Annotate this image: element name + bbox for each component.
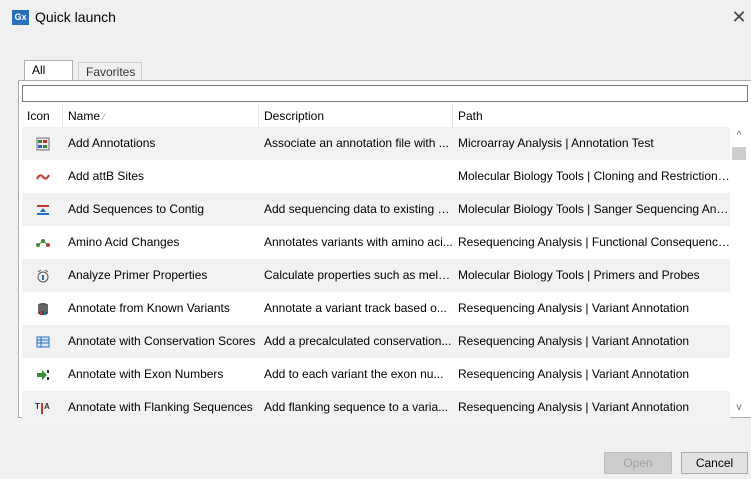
table-row[interactable]: Annotate from Known Variants Annotate a …	[22, 292, 730, 325]
table-header: Icon Name ⁄ Description Path	[22, 105, 730, 128]
table-row[interactable]: Analyze Primer Properties Calculate prop…	[22, 259, 730, 292]
tab-favorites[interactable]: Favorites	[78, 62, 142, 81]
search-input[interactable]	[22, 85, 748, 102]
row-path: Molecular Biology Tools | Primers and Pr…	[458, 268, 700, 282]
cancel-button[interactable]: Cancel	[681, 452, 748, 474]
row-path: Molecular Biology Tools | Sanger Sequenc…	[458, 202, 730, 216]
row-path: Resequencing Analysis | Variant Annotati…	[458, 367, 690, 381]
row-name: Annotate with Flanking Sequences	[68, 400, 253, 414]
column-header-description[interactable]: Description	[259, 105, 453, 127]
row-name: Add Annotations	[68, 136, 156, 150]
row-path: Molecular Biology Tools | Cloning and Re…	[458, 169, 730, 183]
table-row[interactable]: Annotate with Conservation Scores Add a …	[22, 325, 730, 358]
table-row[interactable]: Add Annotations Associate an annotation …	[22, 127, 730, 160]
wave-red-icon	[22, 160, 63, 193]
conservation-table-icon	[22, 325, 63, 358]
variant-db-icon	[22, 292, 63, 325]
row-description: Calculate properties such as melti...	[264, 268, 453, 282]
table-row[interactable]: Annotate with Exon Numbers Add to each v…	[22, 358, 730, 391]
row-name: Annotate with Exon Numbers	[68, 367, 224, 381]
table-row[interactable]: Add Sequences to Contig Add sequencing d…	[22, 193, 730, 226]
table-row[interactable]: Amino Acid Changes Annotates variants wi…	[22, 226, 730, 259]
exon-number-icon	[22, 358, 63, 391]
row-name: Add Sequences to Contig	[68, 202, 205, 216]
scroll-down-icon[interactable]: v	[730, 399, 748, 416]
amino-acid-icon	[22, 226, 63, 259]
sort-indicator-icon: ⁄	[103, 112, 105, 122]
svg-text:A: A	[44, 402, 50, 411]
row-description: Annotate a variant track based o...	[264, 301, 447, 315]
column-header-name-label: Name	[68, 109, 101, 123]
row-name: Annotate with Conservation Scores	[68, 334, 256, 348]
row-description	[259, 160, 453, 193]
app-logo-icon: Gx	[12, 10, 29, 25]
table-row[interactable]: TA Annotate with Flanking Sequences Add …	[22, 391, 730, 424]
svg-text:T: T	[35, 402, 40, 411]
open-button[interactable]: Open	[604, 452, 672, 474]
contig-add-icon	[22, 193, 63, 226]
row-path: Microarray Analysis | Annotation Test	[458, 136, 654, 150]
column-header-path[interactable]: Path	[453, 105, 730, 127]
row-description: Add sequencing data to existing c...	[264, 202, 453, 216]
window-title: Quick launch	[35, 9, 116, 25]
row-path: Resequencing Analysis | Variant Annotati…	[458, 301, 690, 315]
title-bar: Gx Quick launch ✕	[0, 0, 751, 36]
row-description: Add flanking sequence to a varia...	[264, 400, 449, 414]
row-path: Resequencing Analysis | Variant Annotati…	[458, 334, 690, 348]
scroll-up-icon[interactable]: ^	[730, 127, 748, 144]
row-path: Resequencing Analysis | Functional Conse…	[458, 235, 730, 249]
column-header-name[interactable]: Name ⁄	[63, 105, 259, 127]
row-description: Add to each variant the exon nu...	[264, 367, 444, 381]
close-icon[interactable]: ✕	[727, 6, 751, 30]
row-name: Amino Acid Changes	[68, 235, 180, 249]
tab-all-tools[interactable]: All Tools	[24, 60, 73, 96]
vertical-scrollbar[interactable]: ^ v	[730, 127, 748, 417]
primer-properties-icon	[22, 259, 63, 292]
row-description: Add a precalculated conservation...	[264, 334, 452, 348]
annotation-grid-icon	[22, 127, 63, 160]
row-description: Annotates variants with amino aci...	[264, 235, 453, 249]
column-header-icon[interactable]: Icon	[22, 105, 63, 127]
quick-launch-dialog: Gx Quick launch ✕ All Tools Favorites Ic…	[0, 0, 751, 479]
row-name: Annotate from Known Variants	[68, 301, 230, 315]
flanking-seq-icon: TA	[22, 391, 63, 424]
table-row[interactable]: Add attB Sites Molecular Biology Tools |…	[22, 160, 730, 193]
row-name: Analyze Primer Properties	[68, 268, 208, 282]
row-description: Associate an annotation file with ...	[264, 136, 449, 150]
row-path: Resequencing Analysis | Variant Annotati…	[458, 400, 690, 414]
row-name: Add attB Sites	[68, 169, 145, 183]
scroll-thumb[interactable]	[732, 147, 746, 160]
